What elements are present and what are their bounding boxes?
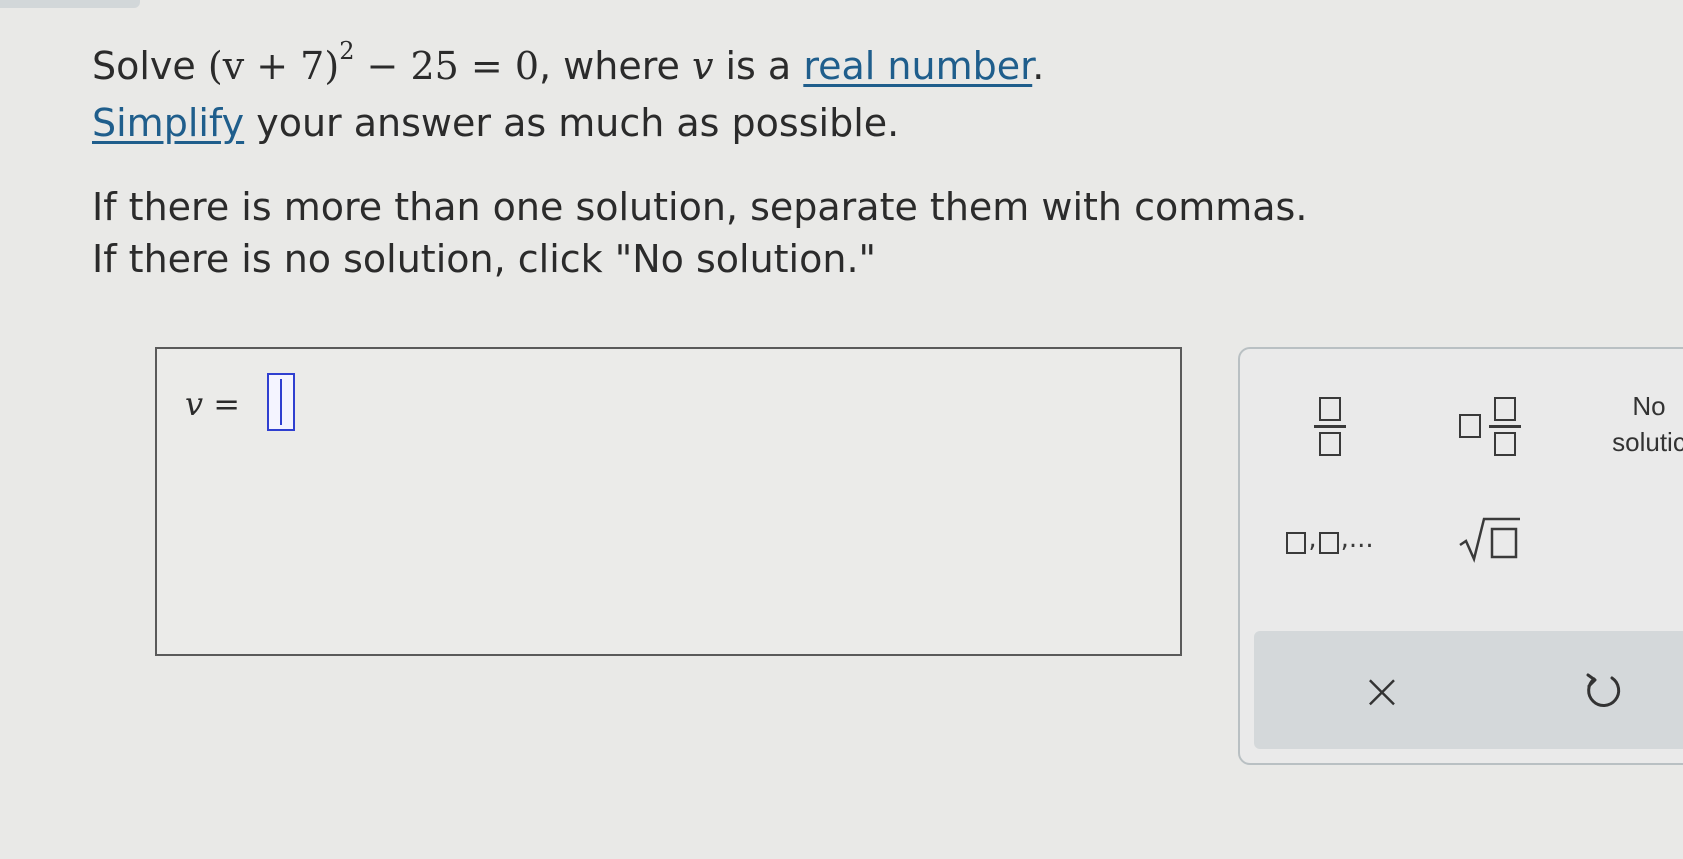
mixed-number-button[interactable] [1430,381,1550,471]
list-comma: , [1308,524,1317,554]
list-ellipsis: ,... [1340,524,1374,554]
no-solution-button[interactable]: No solutic [1590,379,1683,469]
math-keypad: No solutic ,,... × [1238,347,1683,765]
equation-rest: − 25 = 0 [354,44,539,88]
list-icon: ,,... [1286,524,1374,554]
answer-box: v = [155,347,1182,656]
answer-variable: v [185,385,204,423]
equation: (v + 7)2 − 25 = 0 [207,37,539,88]
simplify-link[interactable]: Simplify [92,101,244,145]
mixed-number-icon [1459,396,1521,456]
answer-input[interactable] [267,373,295,431]
instruction-line-1: If there is more than one solution, sepa… [92,185,1308,229]
equation-exponent: 2 [339,37,355,65]
answer-equals: = [213,385,241,423]
variable-name: v [691,44,714,88]
is-a-text: is a [713,44,804,88]
no-solution-line-1: No [1632,391,1666,421]
sqrt-button[interactable] [1430,499,1550,579]
fraction-icon [1314,396,1346,456]
real-number-link[interactable]: real number [803,44,1032,88]
fraction-button[interactable] [1280,381,1380,471]
equation-base: (v + 7) [207,44,340,88]
sqrt-icon [1458,515,1522,563]
solve-word: Solve [92,44,196,88]
where-text: , where [539,44,692,88]
top-tab-stub [0,0,140,8]
instruction-line-2: If there is no solution, click "No solut… [92,237,877,281]
undo-button[interactable] [1562,659,1642,723]
undo-icon [1586,673,1621,707]
keypad-action-row: × [1254,631,1683,749]
clear-button[interactable]: × [1342,659,1422,723]
simplify-rest: your answer as much as possible. [244,101,900,145]
period: . [1032,44,1045,88]
clear-icon: × [1361,662,1403,720]
no-solution-line-2: solutic [1612,427,1683,457]
answer-label: v = [185,385,240,423]
problem-line-1: Solve (v + 7)2 − 25 = 0, where v is a re… [92,37,1307,97]
list-button[interactable]: ,,... [1260,499,1400,579]
problem-statement: Solve (v + 7)2 − 25 = 0, where v is a re… [92,37,1308,285]
problem-line-2: Simplify your answer as much as possible… [92,97,1307,149]
